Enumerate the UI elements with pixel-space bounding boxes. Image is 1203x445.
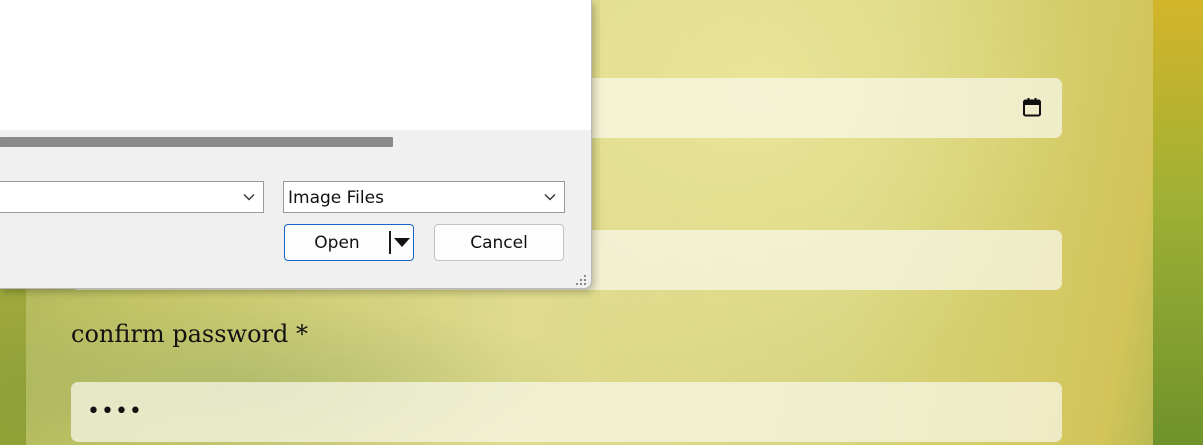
chevron-down-icon[interactable] (243, 191, 255, 203)
chevron-down-icon[interactable] (544, 191, 556, 203)
resize-grip-icon[interactable] (575, 274, 587, 286)
confirm-password-input[interactable]: •••• (71, 382, 1062, 442)
background-right (1153, 0, 1203, 445)
file-name-combobox[interactable] (0, 181, 264, 213)
calendar-icon[interactable] (1022, 97, 1042, 117)
open-button-label: Open (314, 233, 360, 253)
file-type-value: Image Files (288, 188, 384, 208)
file-list[interactable] (0, 0, 591, 130)
confirm-password-label: confirm password * (71, 320, 308, 348)
cancel-button[interactable]: Cancel (434, 224, 564, 261)
cancel-button-label: Cancel (470, 233, 528, 253)
file-type-select[interactable]: Image Files (283, 181, 565, 213)
caret-down-icon[interactable] (394, 238, 410, 247)
confirm-password-value: •••• (87, 399, 143, 424)
open-button[interactable]: Open (284, 224, 414, 261)
file-open-dialog: Image Files Open Cancel (0, 0, 592, 289)
split-divider (389, 231, 391, 254)
scrollbar-thumb[interactable] (0, 137, 393, 147)
